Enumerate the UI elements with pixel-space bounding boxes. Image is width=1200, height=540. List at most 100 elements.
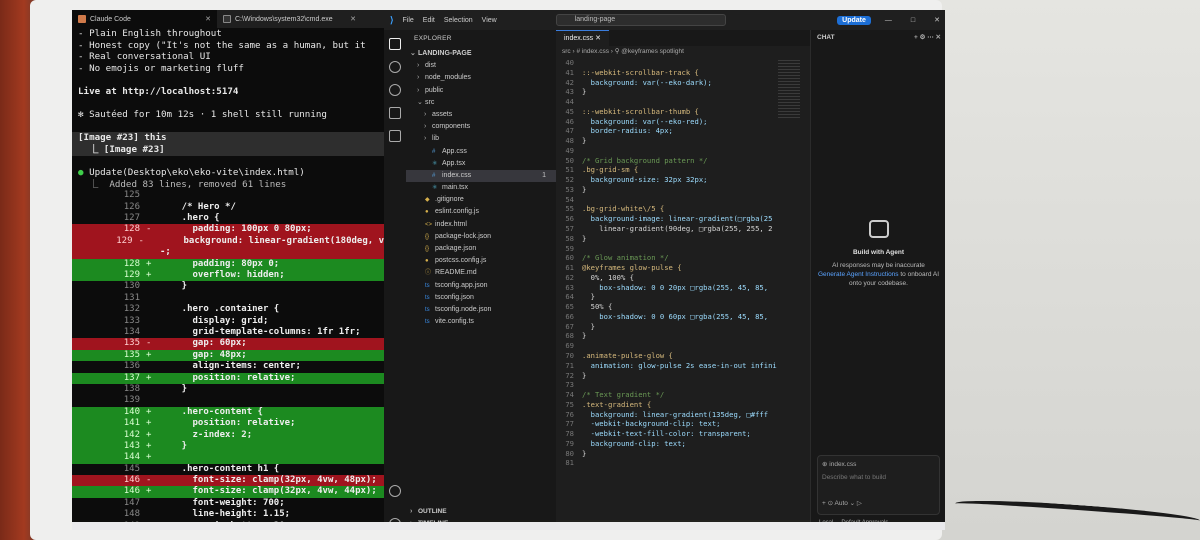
line-number: 49 <box>565 145 574 155</box>
extensions-icon[interactable] <box>389 130 401 142</box>
file-type-icon: # <box>432 148 436 155</box>
chat-empty-title: Build with Agent <box>852 249 905 256</box>
close-icon[interactable]: ✕ <box>929 16 945 24</box>
diff-line-number: 142 <box>123 429 140 440</box>
chat-input-toolbar[interactable]: + ⊙ Auto ⌄ ▷ <box>822 499 935 507</box>
chat-input-placeholder: Describe what to build <box>822 474 886 481</box>
line-number: 60 <box>565 253 574 263</box>
diff-line: 141 + position: relative; <box>72 418 384 430</box>
mode-select[interactable]: Auto <box>835 500 848 507</box>
editor-tab-label: index.css <box>564 35 594 42</box>
diff-line: 129 + overflow: hidden; <box>72 270 384 282</box>
tree-item-label: vite.config.ts <box>435 318 474 326</box>
claude-icon <box>78 15 86 23</box>
search-icon[interactable] <box>389 61 401 73</box>
diff-line: 127 .hero { <box>72 213 384 224</box>
close-icon[interactable]: ✕ <box>350 15 356 23</box>
chevron-icon: ⌄ <box>410 50 416 57</box>
file-type-icon: ◆ <box>425 197 430 204</box>
menu-file[interactable]: File <box>403 17 414 24</box>
diff-line-number: 146 <box>123 475 140 486</box>
update-summary: ⎿ Added 83 lines, removed 61 lines <box>78 178 287 190</box>
line-number: 47 <box>565 126 574 136</box>
terminal-tab-cmd[interactable]: C:\Windows\system32\cmd.exe ✕ <box>217 10 362 28</box>
diff-marker <box>146 395 160 406</box>
generate-instructions-link[interactable]: Generate Agent Instructions <box>818 271 899 278</box>
tree-item[interactable]: › lib <box>406 133 556 145</box>
status-dot-icon: ● <box>78 167 90 179</box>
tree-item[interactable]: {} package-lock.json <box>406 231 556 243</box>
minimap[interactable] <box>778 60 800 120</box>
terminal-output: - Plain English throughout - Honest copy … <box>72 28 384 167</box>
tree-item[interactable]: ⚛ main.tsx <box>406 182 556 194</box>
code-editor[interactable]: index.css ✕ src › # index.css › ⚲ @keyfr… <box>556 30 810 530</box>
close-icon[interactable]: ✕ <box>595 35 601 42</box>
tree-item[interactable]: › node_modules <box>406 72 556 84</box>
line-number: 74 <box>565 390 574 400</box>
tree-item[interactable]: › assets <box>406 109 556 121</box>
tree-item[interactable]: › dist <box>406 60 556 72</box>
line-number: 72 <box>565 370 574 380</box>
tree-item[interactable]: ts tsconfig.json <box>406 292 556 304</box>
context-chip[interactable]: ⊕ index.css <box>822 460 935 468</box>
tree-item[interactable]: # index.css 1 <box>406 169 556 183</box>
code-line: 64 } <box>556 292 810 302</box>
tree-item[interactable]: › public <box>406 85 556 97</box>
code-text: background-clip: text; <box>582 438 686 448</box>
code-text: } <box>582 136 587 146</box>
tree-item[interactable]: {} package.json <box>406 243 556 255</box>
diff-marker <box>146 293 160 304</box>
menu-edit[interactable]: Edit <box>423 17 435 24</box>
diff-marker <box>146 464 160 475</box>
source-control-icon[interactable] <box>389 84 401 96</box>
code-text: ::-webkit-scrollbar-thumb { <box>582 106 699 116</box>
outline-section[interactable]: › OUTLINE <box>406 506 556 518</box>
menu-selection[interactable]: Selection <box>444 17 473 24</box>
tree-item[interactable]: ⚛ App.tsx <box>406 158 556 170</box>
tree-item[interactable]: ⓘ README.md <box>406 267 556 279</box>
explorer-icon[interactable] <box>389 38 401 50</box>
diff-line-number: 135 <box>123 338 140 349</box>
tree-item[interactable]: ts vite.config.ts <box>406 316 556 328</box>
diff-line: 126 /* Hero */ <box>72 202 384 213</box>
line-number: 71 <box>565 360 574 370</box>
chevron-right-icon: › <box>410 507 413 515</box>
diff-line: -; <box>72 247 384 259</box>
chat-panel: CHAT + ⚙ ⋯ ✕ Build with Agent AI respons… <box>810 30 945 530</box>
code-text: } <box>582 184 587 194</box>
breadcrumb[interactable]: src › # index.css › ⚲ @keyframes spotlig… <box>556 46 810 58</box>
run-debug-icon[interactable] <box>389 107 401 119</box>
terminal-tab-claude[interactable]: Claude Code ✕ <box>72 10 217 28</box>
code-text: box-shadow: 0 0 20px □rgba(255, 45, 85, <box>582 282 769 292</box>
file-type-icon: ⚛ <box>432 160 438 167</box>
minimize-icon[interactable]: — <box>880 17 897 24</box>
line-number: 50 <box>565 155 574 165</box>
tree-item[interactable]: ◆ .gitignore <box>406 194 556 206</box>
tree-item[interactable]: ● eslint.config.js <box>406 206 556 218</box>
tree-item[interactable]: ts tsconfig.node.json <box>406 304 556 316</box>
diff-text: .hero { <box>160 213 220 224</box>
diff-line-number: 130 <box>123 281 140 292</box>
diff-line: 148 line-height: 1.15; <box>72 509 384 520</box>
diff-marker <box>146 327 160 338</box>
editor-tab-index-css[interactable]: index.css ✕ <box>556 30 610 46</box>
diff-text: .hero-content { <box>160 406 263 417</box>
chat-controls[interactable]: + ⚙ ⋯ ✕ <box>914 30 945 46</box>
chat-input-box[interactable]: ⊕ index.css Describe what to build + ⊙ A… <box>817 455 940 515</box>
tree-item[interactable]: <> index.html <box>406 219 556 231</box>
account-icon[interactable] <box>389 485 401 497</box>
diff-text: gap: 60px; <box>160 338 247 349</box>
update-button[interactable]: Update <box>837 15 871 25</box>
tree-item[interactable]: ⌄ src <box>406 97 556 109</box>
tree-item[interactable]: # App.css <box>406 146 556 158</box>
diff-text: line-height: 1.15; <box>160 509 291 520</box>
code-text: background-image: linear-gradient(□rgba(… <box>582 214 773 224</box>
tree-item[interactable]: ts tsconfig.app.json <box>406 280 556 292</box>
maximize-icon[interactable]: □ <box>906 17 920 24</box>
tree-item[interactable]: ⌄ LANDING-PAGE <box>406 48 556 60</box>
command-center[interactable]: landing-page <box>555 14 726 26</box>
tree-item[interactable]: › components <box>406 121 556 133</box>
menu-view[interactable]: View <box>482 17 497 24</box>
tree-item[interactable]: ● postcss.config.js <box>406 255 556 267</box>
close-icon[interactable]: ✕ <box>205 15 211 23</box>
